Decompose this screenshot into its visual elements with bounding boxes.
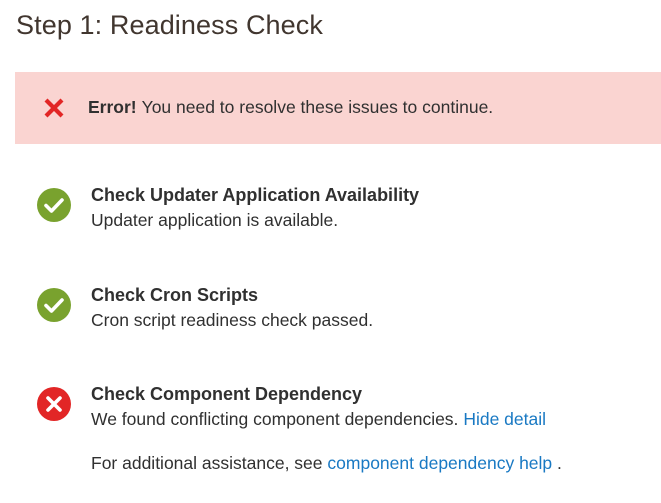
error-label: Error! [88, 97, 137, 117]
assistance-prefix: For additional assistance, see [91, 453, 323, 473]
error-x-icon [44, 98, 64, 118]
check-title: Check Updater Application Availability [91, 185, 420, 205]
check-circle-icon [37, 288, 71, 322]
component-dependency-help-link[interactable]: component dependency help [327, 453, 552, 473]
page-title: Step 1: Readiness Check [16, 10, 323, 40]
check-description-text: We found conflicting component dependenc… [91, 409, 459, 429]
check-title: Check Component Dependency [91, 384, 363, 404]
error-message: Error! You need to resolve these issues t… [88, 97, 493, 118]
check-circle-icon [37, 188, 71, 222]
hide-detail-link[interactable]: Hide detail [463, 409, 546, 429]
error-message-text: You need to resolve these issues to cont… [141, 97, 494, 117]
assistance-suffix: . [557, 453, 562, 473]
check-description: We found conflicting component dependenc… [91, 409, 546, 430]
check-description: Updater application is available. [91, 210, 339, 230]
check-title: Check Cron Scripts [91, 285, 259, 305]
error-circle-icon [37, 387, 71, 421]
assistance-text: For additional assistance, see component… [91, 453, 562, 474]
error-banner: Error! You need to resolve these issues t… [15, 72, 661, 144]
check-description: Cron script readiness check passed. [91, 310, 374, 330]
